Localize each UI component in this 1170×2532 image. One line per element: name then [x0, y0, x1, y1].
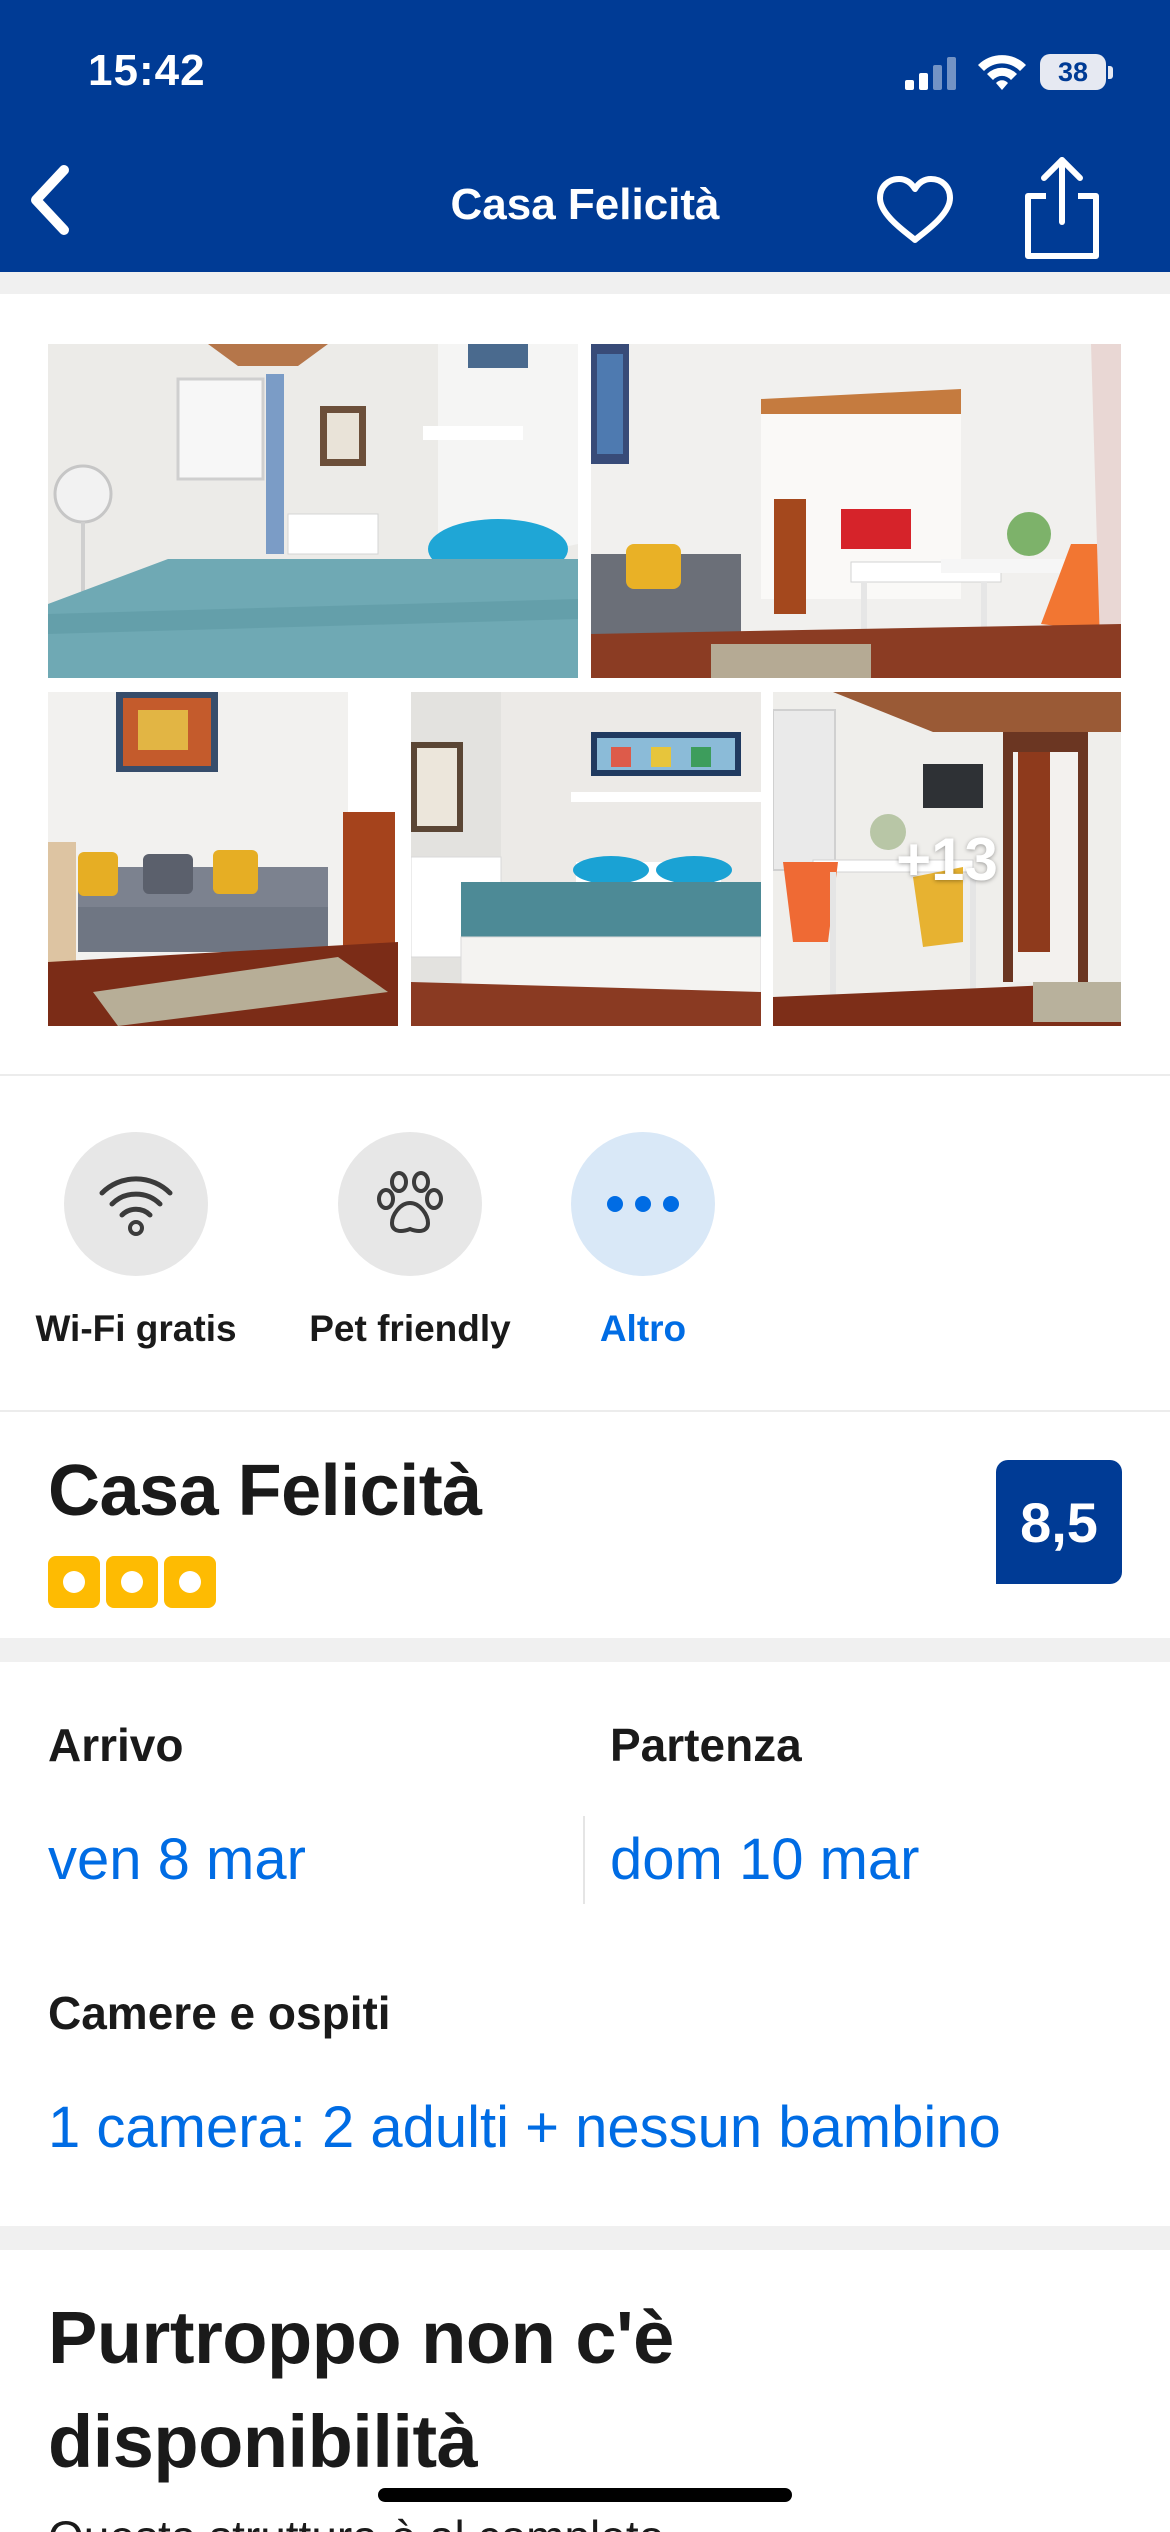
battery-level: 38: [1040, 54, 1106, 90]
heart-icon[interactable]: [874, 174, 956, 248]
rooms-guests-value[interactable]: 1 camera: 2 adulti + nessun bambino: [48, 2094, 1001, 2161]
property-header: Casa Felicità 8,5: [0, 1412, 1170, 1634]
availability-subtitle: Questa struttura è al completo: [48, 2510, 664, 2532]
facility-more[interactable]: Altro: [513, 1132, 773, 1372]
photo-gallery: +13: [0, 294, 1170, 1074]
booking-details: Arrivo ven 8 mar Partenza dom 10 mar Cam…: [0, 1662, 1170, 2222]
section-divider: [0, 2226, 1170, 2250]
status-bar: 15:42 38: [0, 0, 1170, 150]
departure-label: Partenza: [610, 1719, 802, 1771]
gallery-photo-sofa[interactable]: [48, 692, 398, 1026]
star-icon: [164, 1556, 216, 1608]
app-header: 15:42 38 Casa Felicità: [0, 0, 1170, 272]
more-dots-icon: [607, 1196, 679, 1212]
facility-more-circle: [571, 1132, 715, 1276]
facilities-row: Wi-Fi gratis Pet friendly Altro: [0, 1076, 1170, 1410]
availability-title: Purtroppo non c'è disponibilità: [48, 2296, 674, 2483]
wifi-icon: [978, 55, 1026, 90]
battery-icon: 38: [1040, 54, 1114, 90]
facility-wifi-circle: [64, 1132, 208, 1276]
back-button[interactable]: [22, 158, 82, 242]
date-divider: [583, 1816, 585, 1904]
facility-pets-circle: [338, 1132, 482, 1276]
nav-title: Casa Felicità: [450, 180, 720, 229]
gallery-photo-living[interactable]: [591, 344, 1121, 678]
paw-icon: [377, 1171, 443, 1233]
cellular-signal-icon: [905, 57, 956, 90]
share-icon[interactable]: [1018, 152, 1106, 264]
gallery-photo-bedroom-2[interactable]: [411, 692, 761, 1026]
star-icon: [48, 1556, 100, 1608]
more-photos-count: +13: [896, 825, 998, 893]
section-divider: [0, 272, 1170, 294]
gallery-photo-bedroom[interactable]: [48, 344, 578, 678]
facility-wifi-label: Wi-Fi gratis: [35, 1308, 237, 1349]
nav-bar: Casa Felicità: [0, 150, 1170, 272]
facility-pets[interactable]: Pet friendly: [280, 1132, 540, 1372]
property-name: Casa Felicità: [48, 1451, 482, 1531]
section-divider: [0, 1638, 1170, 1662]
rooms-guests-label: Camere e ospiti: [48, 1987, 391, 2039]
departure-date[interactable]: dom 10 mar: [610, 1826, 919, 1893]
wifi-icon: [99, 1176, 173, 1236]
status-time: 15:42: [88, 46, 206, 95]
facility-pets-label: Pet friendly: [309, 1308, 511, 1349]
home-indicator[interactable]: [378, 2488, 792, 2502]
arrival-date[interactable]: ven 8 mar: [48, 1826, 306, 1893]
arrival-label: Arrivo: [48, 1719, 184, 1771]
review-score-badge[interactable]: 8,5: [996, 1460, 1122, 1584]
facility-more-label: Altro: [599, 1308, 687, 1349]
facility-wifi[interactable]: Wi-Fi gratis: [6, 1132, 266, 1372]
star-icon: [106, 1556, 158, 1608]
star-rating: [48, 1556, 216, 1612]
gallery-photo-more[interactable]: +13: [773, 692, 1121, 1026]
